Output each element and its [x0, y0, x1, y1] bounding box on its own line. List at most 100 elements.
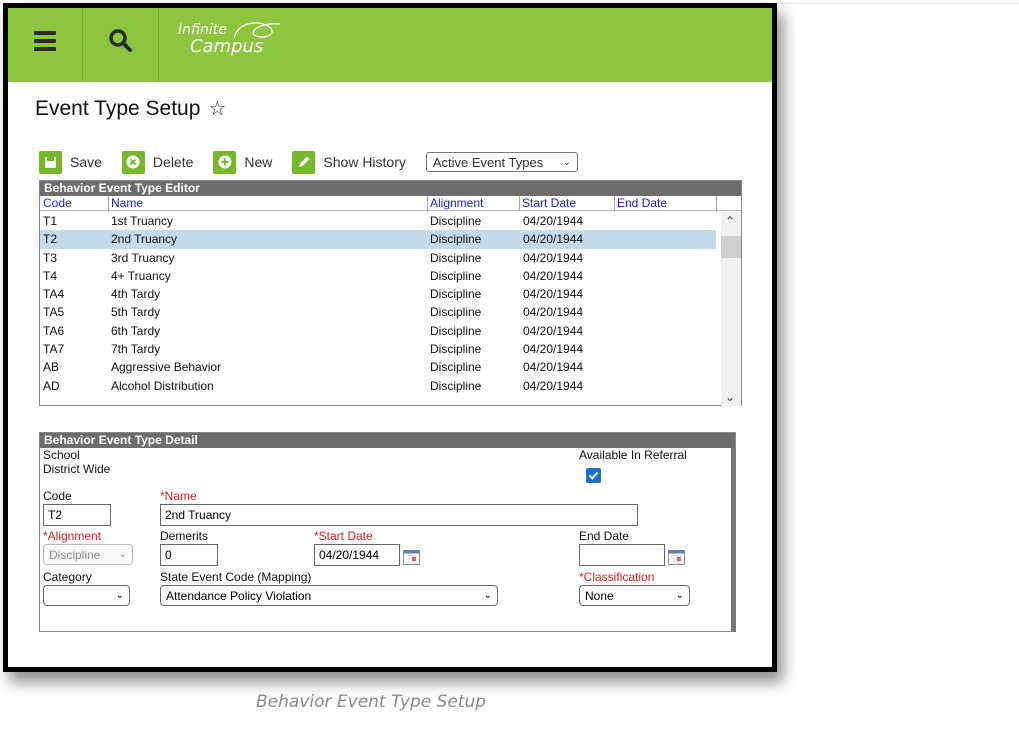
classification-select[interactable]: None ⌄	[579, 585, 690, 606]
app-header: Infinite Campus	[8, 8, 772, 82]
cell-start: 04/20/1944	[523, 250, 584, 265]
category-label: Category	[43, 570, 92, 584]
demerits-label: Demerits	[160, 529, 209, 543]
cell-start: 04/20/1944	[523, 342, 584, 357]
cell-start: 04/20/1944	[523, 287, 584, 302]
cell-start: 04/20/1944	[523, 268, 584, 283]
end-date-input[interactable]	[579, 544, 665, 566]
chevron-down-icon: ⌄	[562, 156, 571, 168]
new-icon	[213, 150, 237, 174]
event-type-filter-select[interactable]: Active Event Types ⌄	[425, 152, 578, 172]
alignment-label: *Alignment	[43, 529, 102, 543]
column-header-code[interactable]: Code	[40, 196, 72, 211]
column-header-name[interactable]: Name	[108, 196, 143, 211]
detail-header: Behavior Event Type Detail	[40, 433, 735, 448]
table-row[interactable]: T4 4+ Truancy Discipline 04/20/1944	[40, 267, 716, 285]
table-row[interactable]: TA5 5th Tardy Discipline 04/20/1944	[40, 303, 716, 321]
cell-code: AB	[43, 360, 60, 375]
code-input[interactable]: T2	[43, 504, 111, 526]
cell-start: 04/20/1944	[523, 323, 584, 338]
table-row[interactable]: T2 2nd Truancy Discipline 04/20/1944	[40, 230, 716, 249]
cell-name: 7th Tardy	[111, 342, 161, 357]
save-button[interactable]: Save	[39, 150, 102, 174]
alignment-select[interactable]: Discipline ⌄	[43, 544, 133, 565]
show-history-button[interactable]: Show History	[292, 150, 406, 174]
column-header-start-date[interactable]: Start Date	[519, 196, 576, 211]
start-date-label: *Start Date	[314, 529, 373, 543]
new-label: New	[244, 154, 273, 170]
editor-scrollbar[interactable]: ⌃ ⌄	[721, 212, 741, 406]
cell-start: 04/20/1944	[523, 360, 584, 375]
state-event-code-value: Attendance Policy Violation	[166, 588, 312, 603]
cell-code: TA4	[43, 287, 65, 302]
scroll-down-icon[interactable]: ⌄	[725, 390, 735, 404]
cell-alignment: Discipline	[430, 305, 482, 320]
school-value: District Wide	[43, 462, 111, 476]
cell-alignment: Discipline	[430, 360, 482, 375]
table-row[interactable]: AB Aggressive Behavior Discipline 04/20/194…	[40, 358, 716, 376]
available-in-referral-checkbox[interactable]	[586, 468, 601, 483]
infinite-campus-logo: Infinite Campus	[178, 22, 281, 56]
delete-label: Delete	[152, 154, 194, 170]
editor-rows: T1 1st Truancy Discipline 04/20/1944 T2 2nd T…	[40, 212, 716, 395]
end-date-label: End Date	[579, 529, 630, 543]
cell-start: 04/20/1944	[523, 305, 584, 320]
top-divider-line	[778, 3, 1019, 4]
pencil-icon	[292, 150, 316, 174]
table-row[interactable]: AD Alcohol Distribution Discipline 04/20/19…	[40, 377, 716, 395]
action-toolbar: Save Delete New Show History Active Even…	[39, 148, 578, 176]
page-title: Event Type Setup	[35, 96, 201, 120]
state-event-code-select[interactable]: Attendance Policy Violation ⌄	[160, 585, 498, 606]
calendar-icon[interactable]	[668, 550, 685, 565]
menu-icon[interactable]	[34, 31, 56, 51]
table-row[interactable]: TA7 7th Tardy Discipline 04/20/1944	[40, 340, 716, 358]
header-divider	[82, 8, 83, 82]
cell-code: TA5	[43, 305, 65, 320]
check-icon	[588, 471, 599, 480]
cell-code: AD	[43, 378, 60, 393]
chevron-down-icon: ⌄	[115, 590, 124, 601]
category-select[interactable]: ⌄	[43, 585, 130, 606]
delete-icon	[121, 150, 145, 174]
page-title-row: Event Type Setup ☆	[35, 96, 226, 121]
cell-name: 2nd Truancy	[111, 232, 178, 247]
name-input[interactable]: 2nd Truancy	[160, 504, 638, 526]
code-label: Code	[43, 489, 72, 503]
demerits-input[interactable]: 0	[160, 544, 218, 566]
star-icon[interactable]: ☆	[208, 96, 226, 121]
show-history-label: Show History	[323, 154, 406, 170]
detail-scrollbar[interactable]	[731, 448, 736, 632]
table-row[interactable]: T3 3rd Truancy Discipline 04/20/1944	[40, 249, 716, 267]
image-caption: Behavior Event Type Setup	[256, 692, 487, 712]
save-icon	[39, 150, 62, 174]
cell-name: 5th Tardy	[111, 305, 161, 320]
calendar-icon[interactable]	[403, 550, 420, 565]
cell-alignment: Discipline	[430, 287, 482, 302]
table-row[interactable]: TA4 4th Tardy Discipline 04/20/1944	[40, 285, 716, 303]
cell-alignment: Discipline	[430, 342, 482, 357]
table-row[interactable]: T1 1st Truancy Discipline 04/20/1944	[40, 212, 716, 230]
cell-name: 3rd Truancy	[111, 250, 175, 265]
event-type-detail-panel: Behavior Event Type Detail School Distri…	[39, 432, 736, 632]
cell-code: T1	[43, 214, 58, 228]
start-date-input[interactable]: 04/20/1944	[314, 544, 400, 566]
new-button[interactable]: New	[213, 150, 273, 174]
classification-value: None	[585, 588, 614, 603]
column-header-alignment[interactable]: Alignment	[427, 196, 483, 211]
cell-alignment: Discipline	[430, 268, 482, 283]
chevron-down-icon: ⌄	[483, 590, 492, 601]
logo-swoosh-icon	[233, 22, 281, 39]
cell-start: 04/20/1944	[523, 378, 584, 393]
column-header-end-date[interactable]: End Date	[614, 196, 667, 211]
save-label: Save	[70, 154, 102, 170]
scroll-up-icon[interactable]: ⌃	[725, 214, 735, 228]
cell-code: T2	[43, 232, 58, 247]
classification-label: *Classification	[579, 570, 655, 584]
cell-start: 04/20/1944	[523, 214, 584, 228]
delete-button[interactable]: Delete	[121, 150, 194, 174]
editor-header: Behavior Event Type Editor	[40, 181, 741, 196]
search-icon[interactable]	[106, 26, 136, 56]
scroll-thumb[interactable]	[721, 236, 741, 258]
cell-code: TA6	[43, 323, 65, 338]
table-row[interactable]: TA6 6th Tardy Discipline 04/20/1944	[40, 322, 716, 340]
